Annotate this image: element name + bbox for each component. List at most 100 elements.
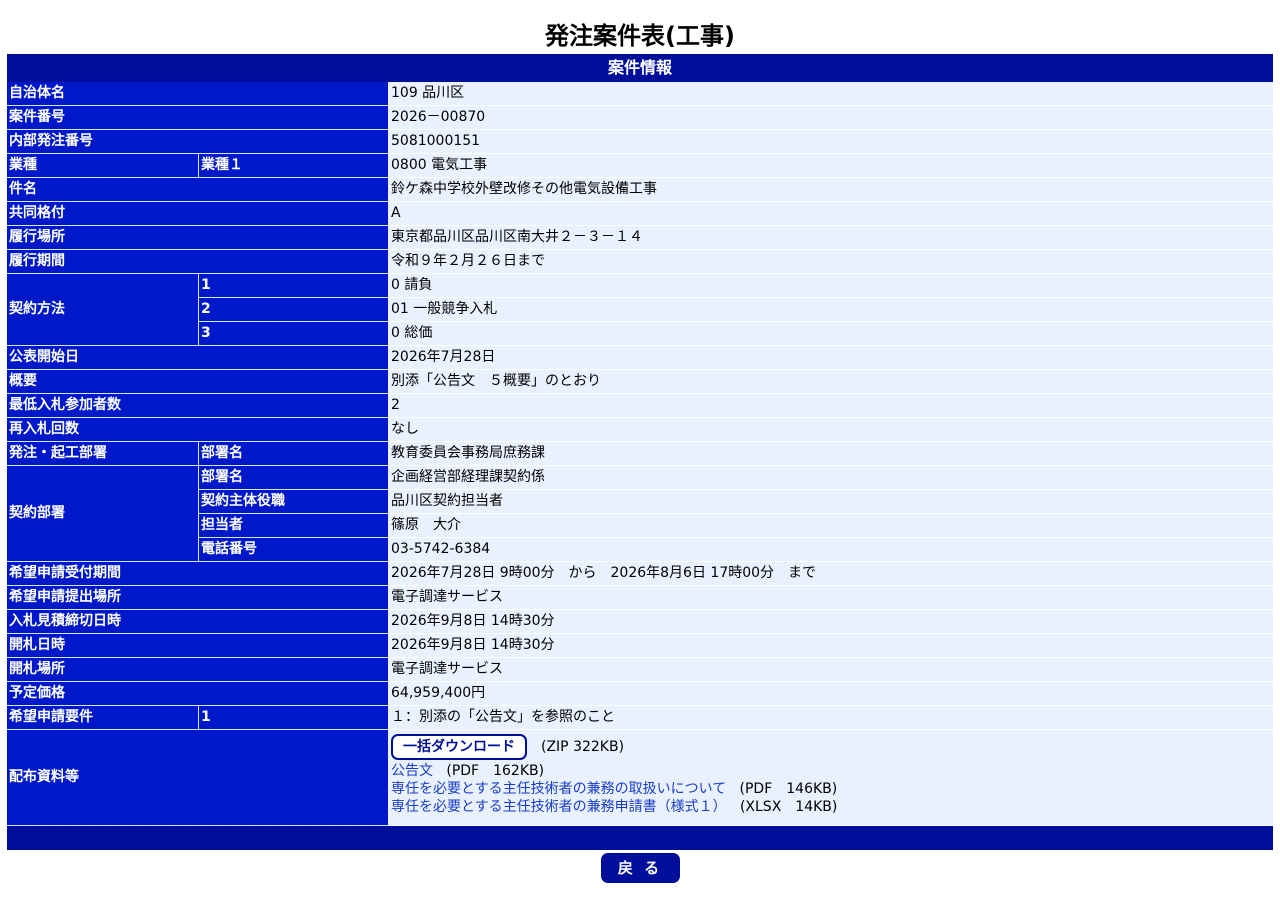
case-info-table: 案件情報 自治体名 109 品川区 案件番号 2026－00870 内部発注番号… — [7, 54, 1273, 850]
doc-info-kenmu-toriatsukai: (PDF 146KB) — [739, 781, 838, 797]
label-kikan: 履行期間 — [7, 250, 388, 274]
doc-info-kenmu-shinseisho: (XLSX 14KB) — [739, 799, 838, 815]
label-shimekiri: 入札見積締切日時 — [7, 610, 388, 634]
doc-link-kenmu-shinseisho[interactable]: 専任を必要とする主任技術者の兼務申請書（様式１） — [391, 799, 727, 815]
value-keiyaku-busho-1: 企画経営部経理課契約係 — [388, 466, 1273, 490]
row-kyodo: 共同格付 A — [7, 202, 1273, 226]
label-kyodo: 共同格付 — [7, 202, 388, 226]
row-uketsuke: 希望申請受付期間 2026年7月28日 9時00分 から 2026年8月6日 1… — [7, 562, 1273, 586]
row-saitei: 最低入札参加者数 2 — [7, 394, 1273, 418]
value-keiyaku-hoho-1: 0 請負 — [388, 274, 1273, 298]
back-button-wrap: 戻 る — [0, 853, 1280, 883]
row-yoken: 希望申請要件 1 １：別添の「公告文」を参照のこと — [7, 706, 1273, 730]
value-kohyo: 2026年7月28日 — [388, 346, 1273, 370]
row-kohyo: 公表開始日 2026年7月28日 — [7, 346, 1273, 370]
label-gyoshu: 業種 — [7, 154, 198, 178]
label-yoken: 希望申請要件 — [7, 706, 198, 730]
value-kaisatsu-basho: 電子調達サービス — [388, 658, 1273, 682]
value-anken-no: 2026－00870 — [388, 106, 1273, 130]
value-shimekiri: 2026年9月8日 14時30分 — [388, 610, 1273, 634]
sublabel-keiyaku-hoho-2: 2 — [198, 298, 388, 322]
row-basho: 履行場所 東京都品川区品川区南大井２－３－１４ — [7, 226, 1273, 250]
sublabel-hacchu-busho: 部署名 — [198, 442, 388, 466]
label-sainyu: 再入札回数 — [7, 418, 388, 442]
value-keiyaku-hoho-3: 0 総価 — [388, 322, 1273, 346]
label-basho: 履行場所 — [7, 226, 388, 250]
row-haifu: 配布資料等 一括ダウンロード (ZIP 322KB) 公告文 (PDF 162KB… — [7, 730, 1273, 826]
value-uketsuke: 2026年7月28日 9時00分 から 2026年8月6日 17時00分 まで — [388, 562, 1273, 586]
row-yotei: 予定価格 64,959,400円 — [7, 682, 1273, 706]
label-gaiyo: 概要 — [7, 370, 388, 394]
footer-bar — [7, 826, 1273, 850]
back-button[interactable]: 戻 る — [600, 853, 680, 883]
doc-link-kenmu-toriatsukai[interactable]: 専任を必要とする主任技術者の兼務の取扱いについて — [391, 781, 726, 797]
bulk-download-button[interactable]: 一括ダウンロード — [391, 734, 527, 760]
value-basho: 東京都品川区品川区南大井２－３－１４ — [388, 226, 1273, 250]
doc-item: 公告文 (PDF 162KB) — [391, 762, 1271, 780]
row-gyoshu: 業種 業種１ 0800 電気工事 — [7, 154, 1273, 178]
value-kenmei: 鈴ケ森中学校外壁改修その他電気設備工事 — [388, 178, 1273, 202]
row-keiyaku-busho-1: 契約部署 部署名 企画経営部経理課契約係 — [7, 466, 1273, 562]
value-keiyaku-busho-4: 03-5742-6384 — [388, 538, 1273, 562]
value-keiyaku-busho-3: 篠原 大介 — [388, 514, 1273, 538]
value-haifu: 一括ダウンロード (ZIP 322KB) 公告文 (PDF 162KB) 専任を必… — [388, 730, 1273, 826]
doc-item: 専任を必要とする主任技術者の兼務の取扱いについて (PDF 146KB) — [391, 780, 1271, 798]
label-saitei: 最低入札参加者数 — [7, 394, 388, 418]
label-hacchu-busho: 発注・起工部署 — [7, 442, 198, 466]
label-keiyaku-busho: 契約部署 — [7, 466, 198, 562]
sublabel-keiyaku-busho-1: 部署名 — [198, 466, 388, 490]
label-haifu: 配布資料等 — [7, 730, 388, 826]
value-naibu-no: 5081000151 — [388, 130, 1273, 154]
row-shimekiri: 入札見積締切日時 2026年9月8日 14時30分 — [7, 610, 1273, 634]
sublabel-keiyaku-hoho-1: 1 — [198, 274, 388, 298]
row-kaisatsu-basho: 開札場所 電子調達サービス — [7, 658, 1273, 682]
row-teishutsu: 希望申請提出場所 電子調達サービス — [7, 586, 1273, 610]
label-anken-no: 案件番号 — [7, 106, 388, 130]
value-kaisatsu: 2026年9月8日 14時30分 — [388, 634, 1273, 658]
sublabel-yoken: 1 — [198, 706, 388, 730]
row-jichitai: 自治体名 109 品川区 — [7, 82, 1273, 106]
bulk-download-info: (ZIP 322KB) — [541, 739, 625, 755]
label-naibu-no: 内部発注番号 — [7, 130, 388, 154]
value-gyoshu: 0800 電気工事 — [388, 154, 1273, 178]
label-keiyaku-hoho: 契約方法 — [7, 274, 198, 346]
label-kaisatsu-basho: 開札場所 — [7, 658, 388, 682]
label-yotei: 予定価格 — [7, 682, 388, 706]
page-title: 発注案件表(工事) — [545, 22, 735, 50]
row-sainyu: 再入札回数 なし — [7, 418, 1273, 442]
label-jichitai: 自治体名 — [7, 82, 388, 106]
row-gaiyo: 概要 別添「公告文 ５概要」のとおり — [7, 370, 1273, 394]
doc-info-kokokubun: (PDF 162KB) — [446, 763, 545, 779]
value-gaiyo: 別添「公告文 ５概要」のとおり — [388, 370, 1273, 394]
doc-link-kokokubun[interactable]: 公告文 — [391, 763, 433, 779]
value-teishutsu: 電子調達サービス — [388, 586, 1273, 610]
label-kaisatsu: 開札日時 — [7, 634, 388, 658]
value-kikan: 令和９年２月２６日まで — [388, 250, 1273, 274]
sublabel-keiyaku-hoho-3: 3 — [198, 322, 388, 346]
download-line: 一括ダウンロード (ZIP 322KB) — [391, 732, 1271, 762]
value-kyodo: A — [388, 202, 1273, 226]
label-uketsuke: 希望申請受付期間 — [7, 562, 388, 586]
doc-item: 専任を必要とする主任技術者の兼務申請書（様式１） (XLSX 14KB) — [391, 798, 1271, 816]
value-jichitai: 109 品川区 — [388, 82, 1273, 106]
label-kohyo: 公表開始日 — [7, 346, 388, 370]
row-kenmei: 件名 鈴ケ森中学校外壁改修その他電気設備工事 — [7, 178, 1273, 202]
value-yotei: 64,959,400円 — [388, 682, 1273, 706]
value-hacchu-busho: 教育委員会事務局庶務課 — [388, 442, 1273, 466]
sublabel-gyoshu: 業種１ — [198, 154, 388, 178]
row-keiyaku-hoho-1: 契約方法 1 0 請負 — [7, 274, 1273, 346]
label-kenmei: 件名 — [7, 178, 388, 202]
value-keiyaku-hoho-2: 01 一般競争入札 — [388, 298, 1273, 322]
sublabel-keiyaku-busho-4: 電話番号 — [198, 538, 388, 562]
sublabel-keiyaku-busho-2: 契約主体役職 — [198, 490, 388, 514]
row-naibu-no: 内部発注番号 5081000151 — [7, 130, 1273, 154]
section-header: 案件情報 — [7, 54, 1273, 82]
sublabel-keiyaku-busho-3: 担当者 — [198, 514, 388, 538]
value-sainyu: なし — [388, 418, 1273, 442]
value-keiyaku-busho-2: 品川区契約担当者 — [388, 490, 1273, 514]
label-teishutsu: 希望申請提出場所 — [7, 586, 388, 610]
row-anken-no: 案件番号 2026－00870 — [7, 106, 1273, 130]
row-kaisatsu: 開札日時 2026年9月8日 14時30分 — [7, 634, 1273, 658]
value-saitei: 2 — [388, 394, 1273, 418]
row-kikan: 履行期間 令和９年２月２６日まで — [7, 250, 1273, 274]
